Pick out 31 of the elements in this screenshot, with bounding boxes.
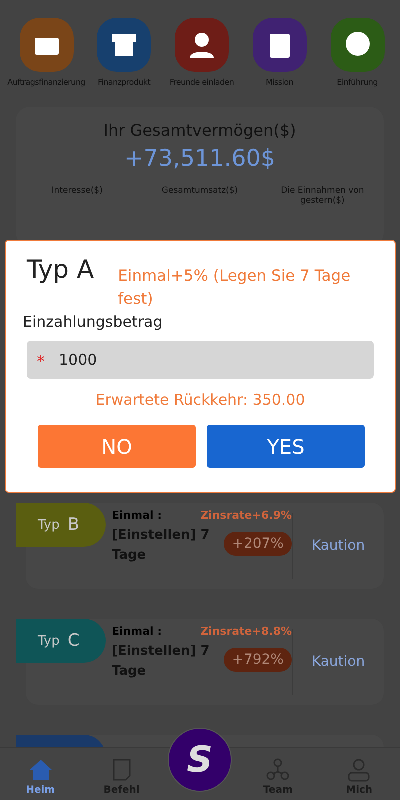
deposit-link[interactable]: Kaution [312, 538, 366, 554]
person-icon [187, 30, 217, 60]
rate-text: Zinsrate+6.9% [200, 509, 292, 522]
center-button[interactable]: S [168, 728, 232, 792]
shortcut-tile[interactable] [252, 18, 307, 72]
deposit-link[interactable]: Kaution [312, 654, 366, 670]
field-label: Einzahlungsbetrag [23, 313, 164, 331]
once-label: Einmal : [112, 625, 162, 638]
nav-tab[interactable]: Heim [6, 758, 76, 800]
total-badge: +207% [224, 532, 292, 556]
no-button[interactable]: NO [38, 425, 196, 468]
shortcut-tile[interactable] [97, 18, 152, 72]
type-letter: B [68, 515, 80, 535]
shortcut-tile[interactable] [20, 18, 74, 72]
user-icon [347, 758, 372, 782]
team-icon [266, 758, 290, 782]
type-label: Typ [38, 518, 60, 532]
home-icon [28, 758, 53, 782]
shortcut-tile[interactable] [175, 18, 229, 72]
rate-text: Zinsrate+8.8% [200, 625, 292, 638]
total-badge: +792% [224, 648, 292, 672]
expected-return: Erwartete Rückkehr: 350.00 [94, 391, 306, 409]
type-letter: C [68, 631, 80, 651]
yes-button[interactable]: YES [207, 425, 365, 468]
assets-value: +73,511.60$ [124, 146, 276, 172]
shortcut-tile[interactable] [330, 18, 384, 72]
dialog-subtitle: Einmal+5% (Legen Sie 7 Tage fest) [118, 266, 352, 310]
dialog-title: Typ A [27, 255, 94, 284]
required-mark: * [37, 352, 45, 371]
type-label: Typ [38, 634, 60, 648]
once-label: Einmal : [112, 509, 162, 522]
